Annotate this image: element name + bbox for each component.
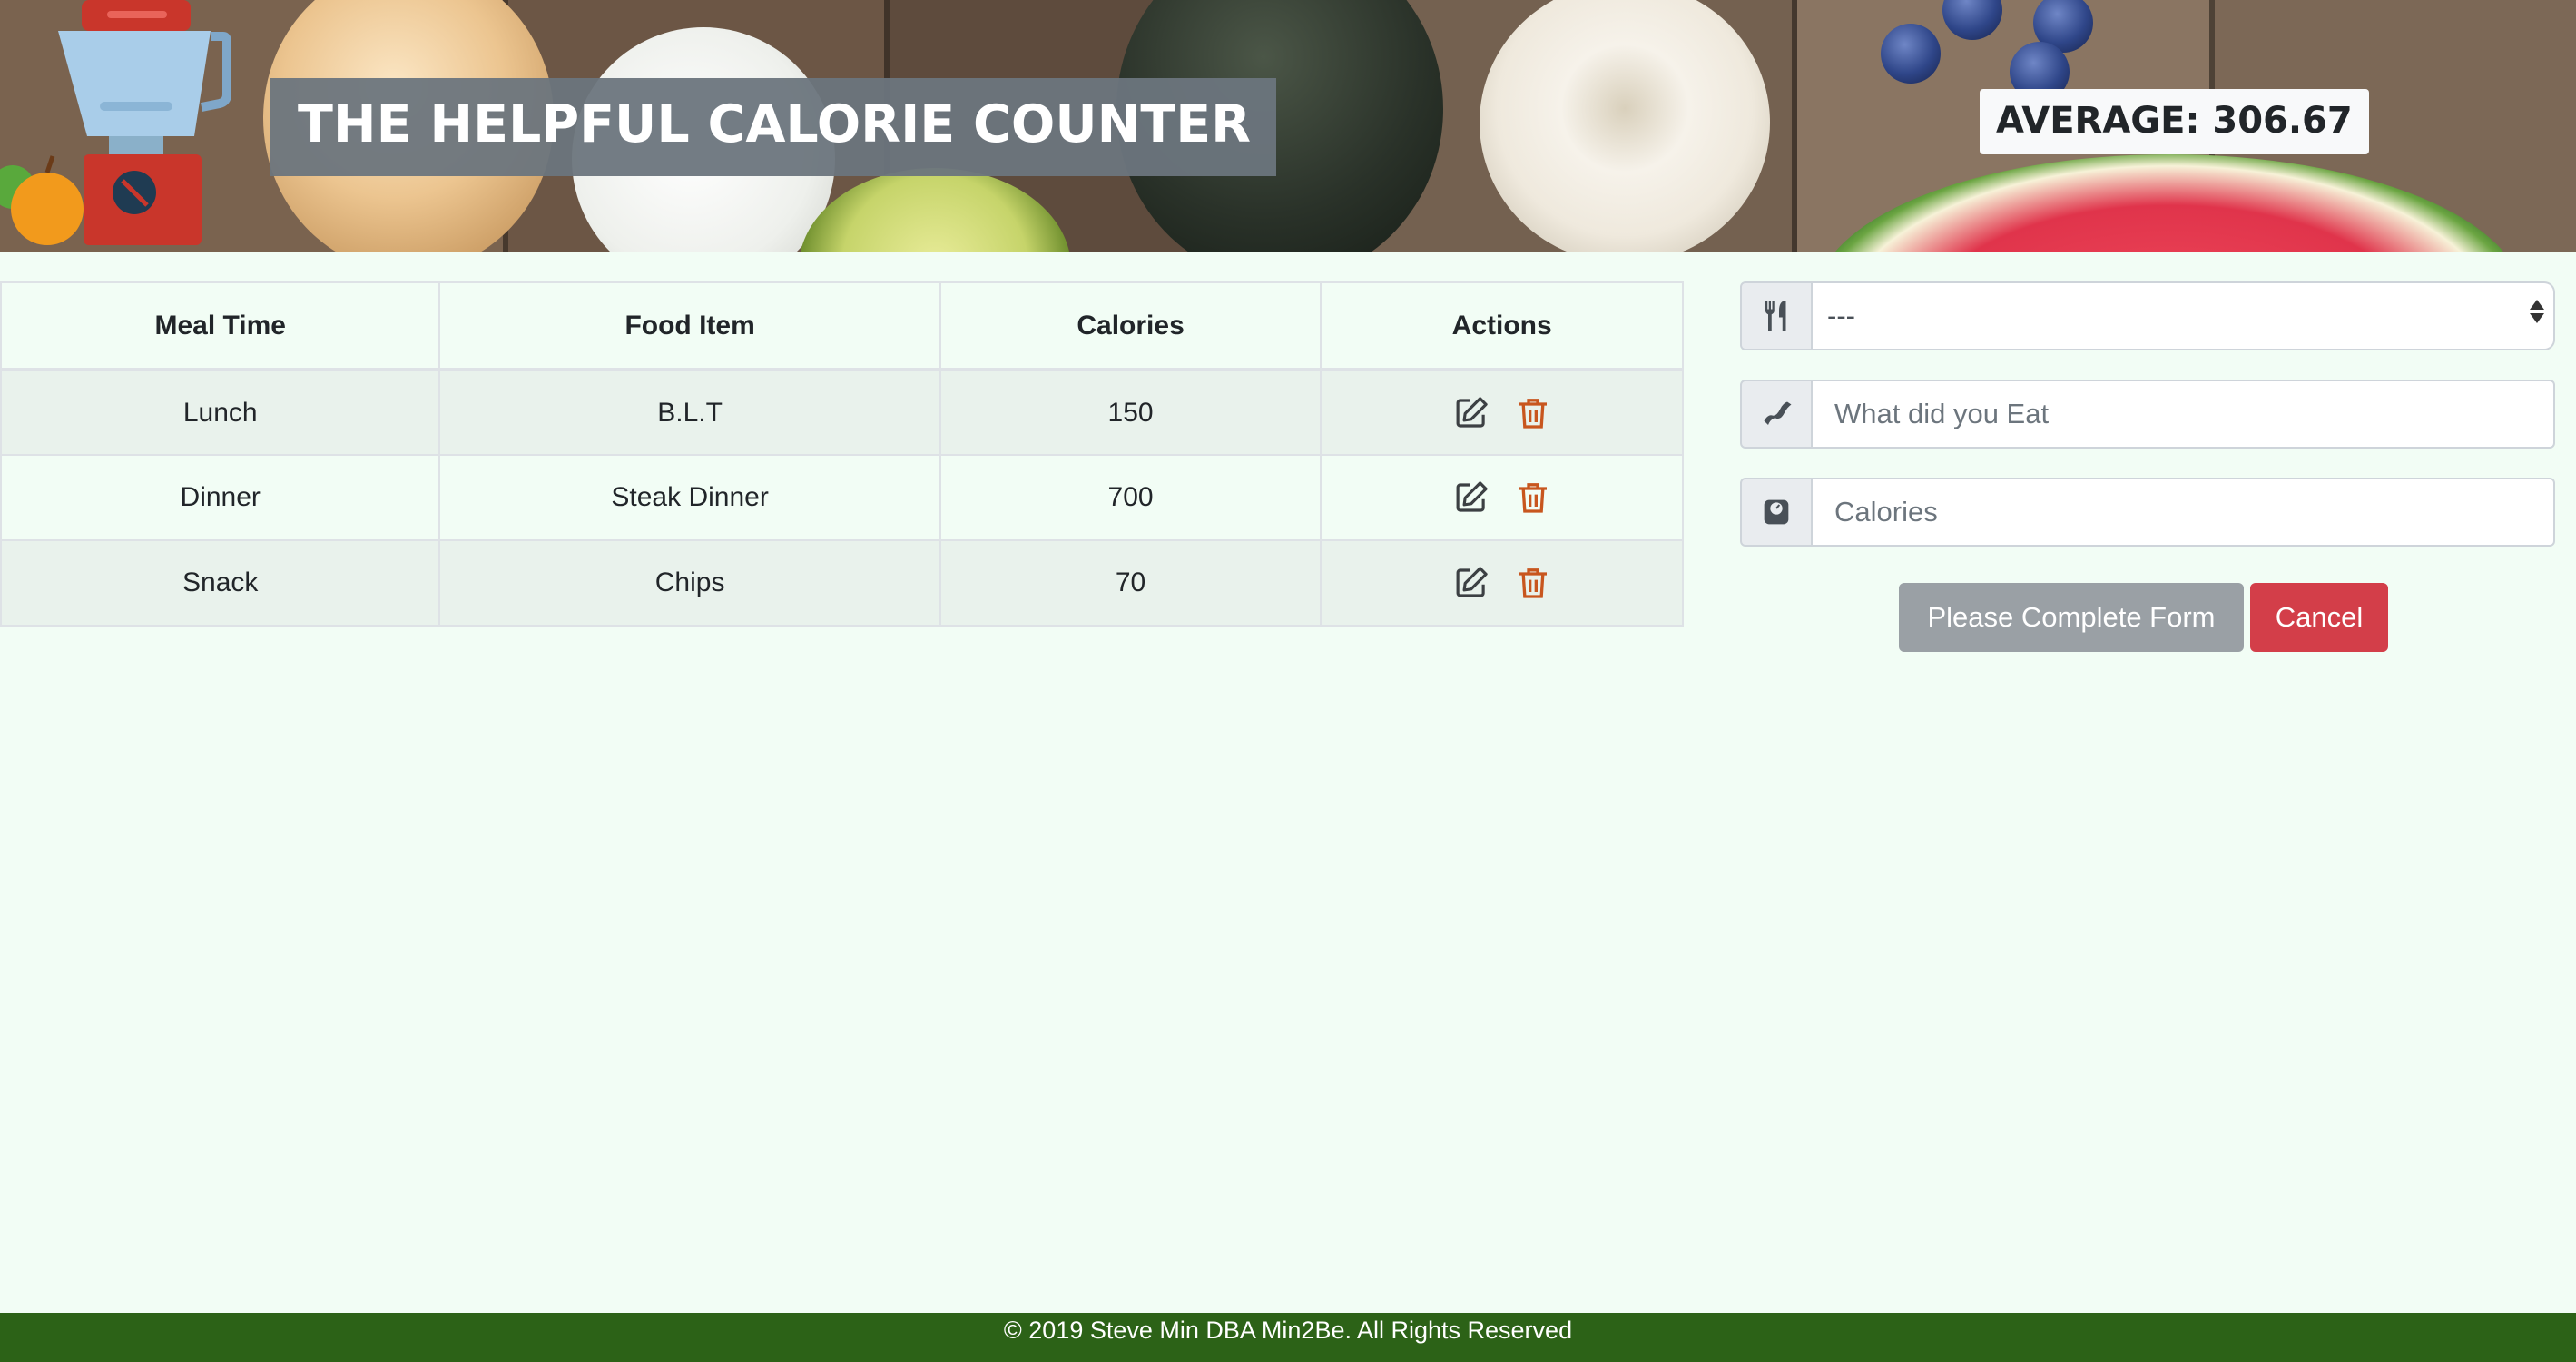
edit-icon[interactable] (1450, 392, 1492, 434)
column-header-meal-time: Meal Time (0, 281, 441, 371)
meal-select-group: --- (1740, 281, 2555, 350)
actions-cell (1320, 454, 1684, 541)
actions-cell (1320, 539, 1684, 627)
app-title: THE HELPFUL CALORIE COUNTER (270, 78, 1277, 176)
food-item-cell: B.L.T (438, 369, 941, 456)
bacon-icon (1764, 401, 1792, 425)
column-header-actions: Actions (1320, 281, 1684, 371)
footer: © 2019 Steve Min DBA Min2Be. All Rights … (0, 1313, 2576, 1362)
blender-logo-icon (0, 0, 231, 245)
calories-cell: 700 (939, 454, 1322, 541)
weight-scale-icon (1764, 499, 1789, 525)
calorie-average: AVERAGE: 306.67 (1980, 89, 2369, 154)
food-input-group (1740, 380, 2555, 449)
meal-time-cell: Dinner (0, 454, 441, 541)
food-item-input[interactable] (1813, 380, 2555, 449)
actions-cell (1320, 369, 1684, 456)
column-header-food-item: Food Item (438, 281, 941, 371)
table-row: Snack Chips 70 (0, 539, 1684, 627)
complete-form-button[interactable]: Please Complete Form (1899, 583, 2244, 652)
cancel-button[interactable]: Cancel (2250, 583, 2388, 652)
food-item-cell: Steak Dinner (438, 454, 941, 541)
table-row: Lunch B.L.T 150 (0, 369, 1684, 456)
meal-time-cell: Lunch (0, 369, 441, 456)
header-banner: THE HELPFUL CALORIE COUNTER AVERAGE: 306… (0, 0, 2576, 252)
meal-time-select-value: --- (1813, 281, 2555, 350)
utensils-icon (1765, 301, 1786, 331)
edit-icon[interactable] (1450, 477, 1492, 518)
edit-icon[interactable] (1450, 562, 1492, 604)
select-arrows-icon (2528, 300, 2546, 323)
meal-time-cell: Snack (0, 539, 441, 627)
trash-icon[interactable] (1512, 477, 1554, 518)
table-header-row: Meal Time Food Item Calories Actions (0, 281, 1684, 371)
blueberry-image (1881, 24, 1941, 84)
table-row: Dinner Steak Dinner 700 (0, 454, 1684, 541)
trash-icon[interactable] (1512, 392, 1554, 434)
footer-copyright: © 2019 Steve Min DBA Min2Be. All Rights … (1003, 1317, 1573, 1344)
meal-addon (1740, 281, 1813, 350)
calories-input-group (1740, 478, 2555, 547)
calories-input[interactable] (1813, 478, 2555, 547)
meal-time-select[interactable]: --- (1813, 281, 2555, 350)
food-addon (1740, 380, 1813, 449)
column-header-calories: Calories (939, 281, 1322, 371)
meal-table: Meal Time Food Item Calories Actions Lun… (0, 281, 1684, 627)
food-item-cell: Chips (438, 539, 941, 627)
mushroom-image (1480, 0, 1770, 252)
calories-cell: 150 (939, 369, 1322, 456)
calories-addon (1740, 478, 1813, 547)
calories-cell: 70 (939, 539, 1322, 627)
trash-icon[interactable] (1512, 562, 1554, 604)
